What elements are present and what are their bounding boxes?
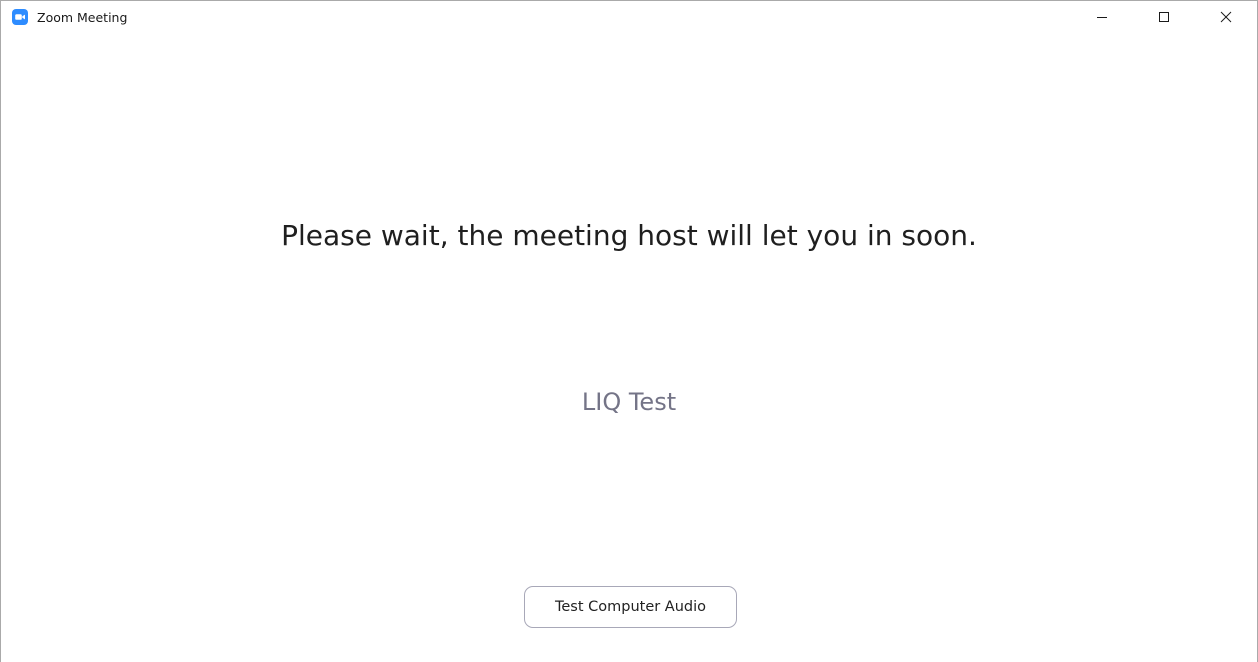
window-title: Zoom Meeting <box>37 9 128 25</box>
maximize-button[interactable] <box>1133 1 1195 33</box>
waiting-room-content: Please wait, the meeting host will let y… <box>1 33 1257 662</box>
window-controls <box>1071 1 1257 33</box>
maximize-icon <box>1158 8 1170 27</box>
zoom-meeting-window: Zoom Meeting Please wait, the meeting ho… <box>0 0 1258 662</box>
close-button[interactable] <box>1195 1 1257 33</box>
meeting-name: LIQ Test <box>581 388 677 416</box>
title-bar[interactable]: Zoom Meeting <box>1 1 1257 33</box>
minimize-icon <box>1096 8 1108 27</box>
test-computer-audio-button[interactable]: Test Computer Audio <box>524 586 737 628</box>
close-icon <box>1220 8 1232 27</box>
waiting-message: Please wait, the meeting host will let y… <box>281 219 977 252</box>
minimize-button[interactable] <box>1071 1 1133 33</box>
zoom-camera-icon <box>12 9 28 25</box>
